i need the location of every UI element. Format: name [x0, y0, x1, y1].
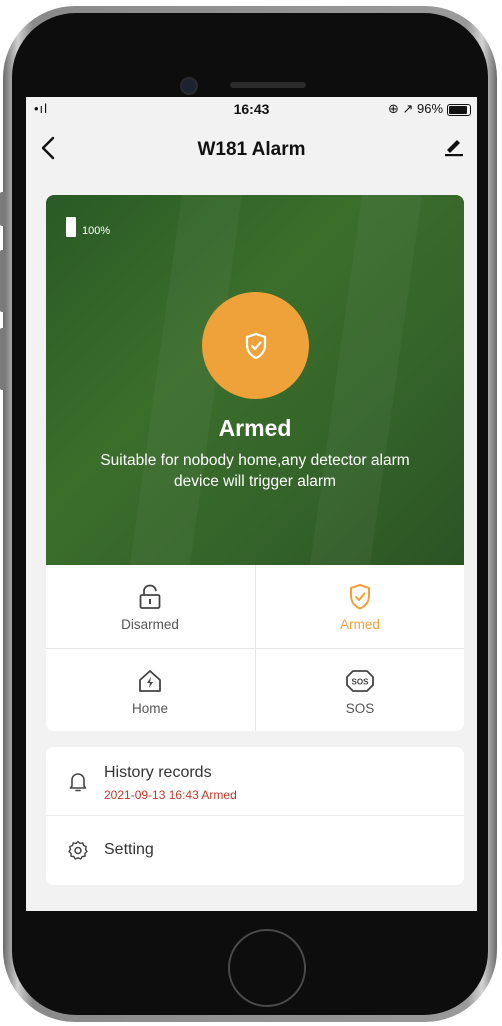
status-bar: •ıl 16:43 ⊕ ↗ 96% [26, 97, 477, 123]
speaker-grille [230, 82, 306, 88]
mode-label: Home [131, 701, 168, 716]
mode-home-button[interactable]: Home [46, 649, 254, 731]
history-records-row[interactable]: History records 2021-09-13 16:43 Armed [46, 747, 464, 815]
mode-sos-button[interactable]: SOS SOS [256, 649, 464, 731]
mode-selector: Disarmed Armed Home SOS SOS [46, 565, 464, 731]
background-stripe [309, 195, 423, 565]
shield-check-icon [245, 332, 266, 359]
home-bolt-icon [139, 670, 161, 692]
volume-down-button [0, 328, 5, 390]
mode-label: Disarmed [121, 617, 179, 632]
mode-label: SOS [345, 701, 375, 716]
armed-status-circle [202, 292, 309, 399]
battery-level: 100% [82, 225, 111, 237]
sos-icon: SOS [346, 670, 374, 692]
alarm-state-description: Suitable for nobody home,any detector al… [100, 452, 410, 490]
alarm-state-label: Armed [218, 415, 292, 441]
battery-full-icon [66, 217, 76, 237]
gear-icon [68, 840, 88, 865]
status-indicators: ⊕ ↗ 96% [387, 101, 443, 116]
battery-icon [447, 104, 471, 116]
menu-card: History records 2021-09-13 16:43 Armed S… [46, 747, 464, 885]
page-title: W181 Alarm [197, 139, 306, 160]
bell-icon [68, 771, 88, 798]
shield-check-icon [350, 584, 370, 610]
alarm-status-card: 100% Armed Suitable for nobody home,any … [46, 195, 464, 565]
setting-title: Setting [104, 841, 154, 858]
mute-switch [0, 192, 5, 226]
svg-text:SOS: SOS [352, 678, 370, 687]
setting-row[interactable]: Setting [46, 816, 464, 885]
app-screen: •ıl 16:43 ⊕ ↗ 96% W181 Alarm 100% Armed … [26, 97, 477, 911]
pencil-icon[interactable] [443, 135, 465, 163]
navigation-bar: W181 Alarm [26, 123, 477, 177]
volume-up-button [0, 250, 5, 312]
camera-icon [180, 77, 198, 95]
home-button[interactable] [228, 929, 306, 1007]
unlocked-padlock-icon [139, 584, 161, 609]
history-records-title: History records [104, 764, 212, 781]
mode-label: Armed [340, 617, 380, 632]
history-latest-record: 2021-09-13 16:43 Armed [104, 788, 237, 802]
mode-disarmed-button[interactable]: Disarmed [46, 565, 254, 647]
mode-armed-button[interactable]: Armed [256, 565, 464, 647]
